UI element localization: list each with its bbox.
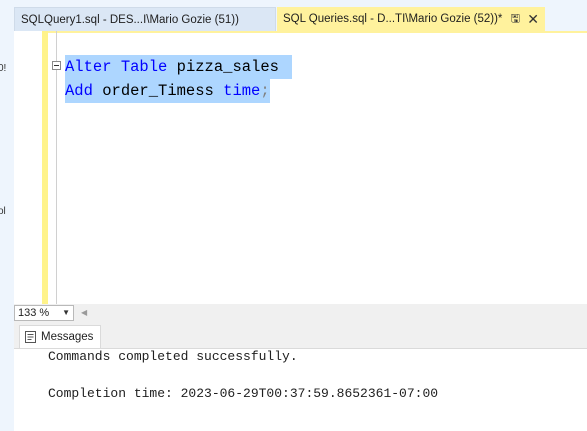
- code-line: Add order_Timess time;: [65, 79, 292, 103]
- left-panel-edge: 0! ol: [0, 0, 14, 431]
- message-line: Completion time: 2023-06-29T00:37:59.865…: [48, 386, 439, 401]
- tab-label: SQL Queries.sql - D...TI\Mario Gozie (52…: [283, 13, 503, 25]
- tab-sqlquery1[interactable]: SQLQuery1.sql - DES...I\Mario Gozie (51)…: [14, 7, 276, 31]
- messages-icon: [25, 331, 36, 343]
- chevron-down-icon: ▼: [62, 308, 70, 317]
- scroll-left-icon[interactable]: ◀: [81, 308, 87, 317]
- zoom-value: 133 %: [18, 307, 50, 319]
- keyword: Table: [120, 58, 168, 76]
- code-text[interactable]: Alter Table pizza_sales Add order_Timess…: [65, 55, 293, 103]
- change-tracking-bar: [42, 31, 48, 304]
- results-tab-bar: Messages: [14, 322, 587, 349]
- tab-label: Messages: [41, 331, 94, 343]
- close-icon[interactable]: ✕: [527, 7, 539, 31]
- editor-gutter: [14, 31, 42, 304]
- tab-messages[interactable]: Messages: [19, 325, 101, 348]
- tab-sql-queries[interactable]: SQL Queries.sql - D...TI\Mario Gozie (52…: [277, 7, 545, 31]
- pin-icon[interactable]: 🖫: [511, 7, 520, 31]
- code-line: Alter Table pizza_sales: [65, 55, 293, 79]
- keyword: Add: [65, 82, 93, 100]
- collapse-icon[interactable]: [52, 61, 61, 70]
- keyword: Alter: [65, 58, 112, 76]
- tab-label: SQLQuery1.sql - DES...I\Mario Gozie (51)…: [21, 14, 239, 26]
- query-editor[interactable]: Alter Table pizza_sales Add order_Timess…: [14, 31, 587, 304]
- message-line: Commands completed successfully.: [48, 349, 298, 364]
- left-panel-fragment: ol: [0, 206, 6, 217]
- left-panel-fragment: 0!: [0, 63, 7, 74]
- statement-terminator: ;: [260, 82, 270, 100]
- active-editor-indicator: [14, 31, 587, 33]
- keyword: time: [223, 82, 261, 100]
- results-pane: Messages Commands completed successfully…: [14, 322, 587, 431]
- zoom-dropdown[interactable]: 133 % ▼: [14, 305, 74, 321]
- identifier: order_Timess: [102, 82, 214, 100]
- identifier: pizza_sales: [176, 58, 279, 76]
- editor-status-row: 133 % ▼ ◀: [14, 304, 587, 322]
- gutter-separator: [56, 31, 57, 304]
